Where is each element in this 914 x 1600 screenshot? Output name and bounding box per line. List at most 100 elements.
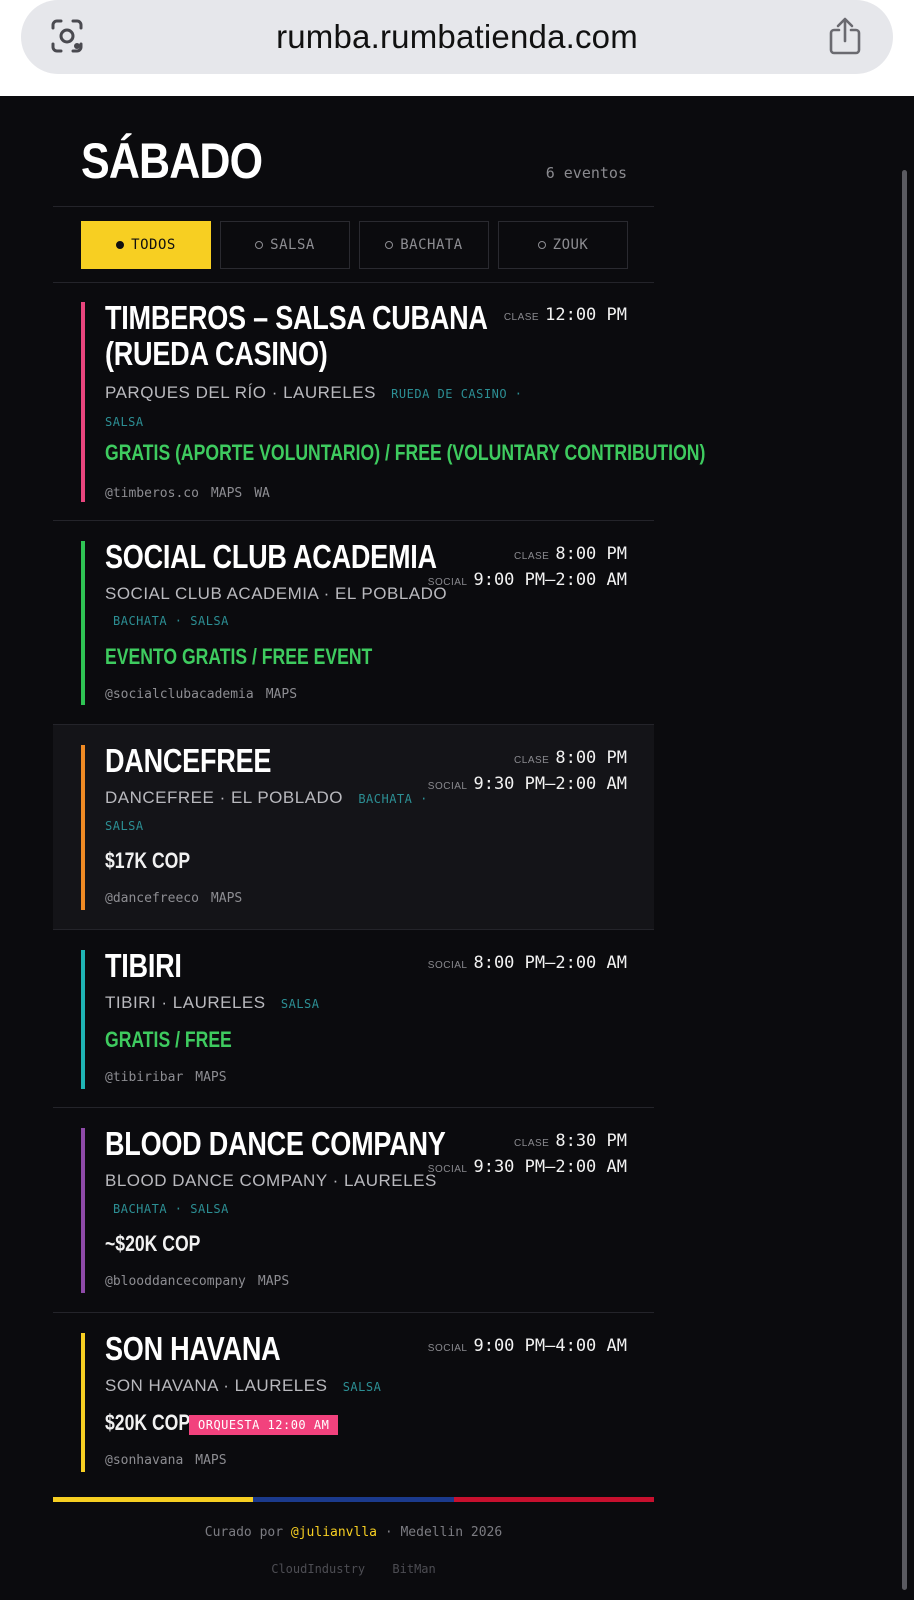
time-value: 8:00 PM — [555, 544, 627, 564]
event-tags: BACHATA · — [358, 792, 428, 806]
event-color-bar — [81, 950, 85, 1089]
filter-bar: TODOS SALSA BACHATA ZOUK — [81, 221, 628, 269]
event-color-bar — [81, 541, 85, 705]
time-kind: SOCIAL — [427, 1343, 468, 1354]
event-card-social-club-academia[interactable]: SOCIAL CLUB ACADEMIA SOCIAL CLUB ACADEMI… — [53, 521, 654, 725]
event-venue: PARQUES DEL RÍO · LAURELES — [105, 383, 376, 402]
credit-link[interactable]: CloudIndustry — [271, 1562, 365, 1576]
maps-link[interactable]: MAPS — [211, 891, 242, 906]
filter-label: TODOS — [131, 237, 176, 253]
divider — [53, 206, 654, 207]
instagram-link[interactable]: @sonhavana — [105, 1453, 183, 1468]
event-links: @sonhavana MAPS — [105, 1453, 239, 1468]
radio-dot-icon — [255, 241, 264, 249]
time-kind: SOCIAL — [427, 577, 468, 588]
radio-dot-icon — [385, 241, 394, 249]
filter-zouk[interactable]: ZOUK — [498, 221, 628, 269]
time-value: 9:30 PM–2:00 AM — [473, 774, 627, 794]
instagram-link[interactable]: @blooddancecompany — [105, 1274, 246, 1289]
event-color-bar — [81, 302, 85, 502]
event-title: TIMBEROS – SALSA CUBANA — [105, 299, 488, 336]
time-kind: SOCIAL — [427, 960, 468, 971]
event-price: $17K COP — [105, 848, 191, 873]
filter-label: BACHATA — [400, 237, 463, 253]
time-kind: SOCIAL — [427, 1164, 468, 1175]
footer-suffix: · Medellin 2026 — [384, 1525, 503, 1540]
colombia-flag-stripe — [53, 1497, 654, 1502]
event-venue: SON HAVANA · LAURELES — [105, 1376, 328, 1395]
instagram-link[interactable]: @socialclubacademia — [105, 687, 254, 702]
time-value: 9:00 PM–4:00 AM — [473, 1336, 627, 1356]
event-price: $20K COP — [105, 1410, 191, 1435]
event-card-dancefree[interactable]: DANCEFREE DANCEFREE · EL POBLADO BACHATA… — [53, 725, 654, 930]
time-value: 12:00 PM — [545, 305, 627, 325]
event-count: 6 eventos — [545, 164, 627, 182]
time-kind: CLASE — [503, 312, 540, 323]
maps-link[interactable]: MAPS — [195, 1453, 226, 1468]
event-card-tibiri[interactable]: TIBIRI TIBIRI · LAURELES SALSA GRATIS / … — [53, 930, 654, 1108]
maps-link[interactable]: MAPS — [266, 687, 297, 702]
event-price: ~$20K COP — [105, 1231, 201, 1256]
maps-link[interactable]: MAPS — [195, 1070, 226, 1085]
scrollbar[interactable] — [902, 170, 907, 1590]
event-card-blood-dance-company[interactable]: BLOOD DANCE COMPANY BLOOD DANCE COMPANY … — [53, 1108, 654, 1313]
instagram-link[interactable]: @timberos.co — [105, 486, 199, 501]
browser-toolbar: rumba.rumbatienda.com — [0, 0, 914, 96]
event-times: CLASE 8:00 PM SOCIAL 9:00 PM–2:00 AM — [428, 541, 627, 593]
event-color-bar — [81, 745, 85, 910]
event-card-timberos[interactable]: TIMBEROS – SALSA CUBANA (RUEDA CASINO) P… — [53, 283, 705, 521]
flag-yellow — [53, 1497, 254, 1502]
event-venue: DANCEFREE · EL POBLADO — [105, 788, 344, 807]
orquesta-badge: ORQUESTA 12:00 AM — [189, 1415, 339, 1435]
filter-label: ZOUK — [552, 237, 589, 253]
event-title: TIBIRI — [105, 947, 182, 984]
credit-link[interactable]: BitMan — [392, 1562, 435, 1576]
event-title: SOCIAL CLUB ACADEMIA — [105, 538, 437, 575]
event-title: SON HAVANA — [105, 1330, 281, 1367]
footer-curated: Curado por @julianvlla · Medellin 2026 — [53, 1525, 654, 1540]
time-value: 9:00 PM–2:00 AM — [473, 570, 627, 590]
event-title-line-2: (RUEDA CASINO) — [105, 335, 328, 372]
maps-link[interactable]: MAPS — [211, 486, 242, 501]
address-bar[interactable]: rumba.rumbatienda.com — [21, 0, 893, 74]
event-tags: SALSA — [105, 415, 144, 429]
event-venue: SOCIAL CLUB ACADEMIA · EL POBLADO — [105, 584, 448, 603]
filter-todos[interactable]: TODOS — [81, 221, 211, 269]
event-title: BLOOD DANCE COMPANY — [105, 1125, 446, 1162]
event-links: @socialclubacademia MAPS — [105, 687, 309, 702]
event-venue: BLOOD DANCE COMPANY · LAURELES — [105, 1171, 437, 1190]
footer-prefix: Curado por — [204, 1525, 284, 1540]
time-value: 8:00 PM–2:00 AM — [473, 953, 627, 973]
footer-credits: CloudIndustry BitMan — [53, 1562, 654, 1576]
filter-salsa[interactable]: SALSA — [220, 221, 350, 269]
curator-link[interactable]: @julianvlla — [291, 1525, 377, 1540]
event-price: GRATIS / FREE — [105, 1027, 232, 1052]
event-times: CLASE 8:00 PM SOCIAL 9:30 PM–2:00 AM — [428, 745, 627, 797]
event-times: CLASE 8:30 PM SOCIAL 9:30 PM–2:00 AM — [428, 1128, 627, 1180]
event-tags: SALSA — [342, 1380, 382, 1394]
whatsapp-link[interactable]: WA — [254, 486, 270, 501]
flag-blue — [253, 1497, 454, 1502]
time-value: 8:00 PM — [555, 748, 627, 768]
event-price: EVENTO GRATIS / FREE EVENT — [105, 644, 373, 669]
event-color-bar — [81, 1128, 85, 1293]
instagram-link[interactable]: @tibiribar — [105, 1070, 183, 1085]
time-kind: CLASE — [514, 551, 550, 562]
event-times: CLASE 12:00 PM — [504, 302, 627, 328]
time-kind: CLASE — [514, 755, 550, 766]
event-venue: TIBIRI · LAURELES — [105, 993, 266, 1012]
flag-red — [453, 1497, 654, 1502]
share-icon[interactable] — [827, 16, 863, 56]
instagram-link[interactable]: @dancefreeco — [105, 891, 199, 906]
time-kind: SOCIAL — [427, 781, 468, 792]
filter-bachata[interactable]: BACHATA — [359, 221, 489, 269]
day-title: SÁBADO — [81, 133, 263, 189]
maps-link[interactable]: MAPS — [258, 1274, 289, 1289]
event-title: DANCEFREE — [105, 742, 272, 779]
event-links: @dancefreeco MAPS — [105, 891, 254, 906]
event-tags: BACHATA · SALSA — [113, 614, 229, 628]
event-card-son-havana[interactable]: SON HAVANA SON HAVANA · LAURELES SALSA $… — [53, 1313, 654, 1493]
event-links: @timberos.co MAPS WA — [105, 486, 282, 501]
filter-label: SALSA — [270, 237, 315, 253]
radio-dot-icon — [116, 241, 125, 249]
